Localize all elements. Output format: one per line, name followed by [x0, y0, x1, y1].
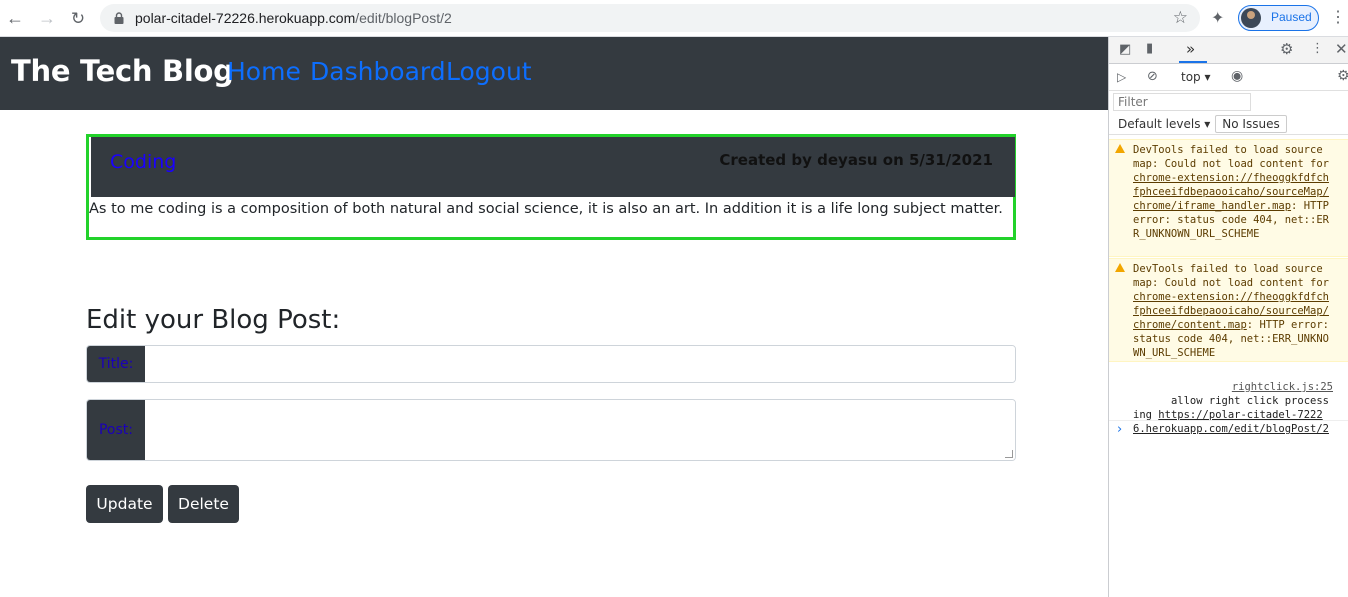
post-label: Post:: [87, 400, 145, 460]
profile-status: Paused: [1271, 10, 1312, 24]
reload-icon[interactable]: ↻: [68, 8, 88, 28]
post-card: Coding Created by deyasu on 5/31/2021 As…: [86, 134, 1016, 240]
devtools-panel: ◩ ▮ » ⚙ ⋮ ✕ ▷ ⊘ top ▾ ◉ ⚙ Filter Default…: [1108, 37, 1348, 597]
console-settings-gear-icon[interactable]: ⚙: [1337, 68, 1348, 84]
devtools-menu-icon[interactable]: ⋮: [1311, 41, 1324, 56]
console-warning-2: DevTools failed to load source map: Coul…: [1109, 258, 1348, 362]
extensions-puzzle-icon[interactable]: ✦: [1211, 8, 1224, 28]
inspect-element-icon[interactable]: ◩: [1119, 42, 1131, 57]
page-content: The Tech Blog Home Dashboard Logout Codi…: [0, 37, 1108, 597]
warning-icon: [1115, 263, 1125, 272]
log-url-link[interactable]: https://polar-citadel-72226.herokuapp.co…: [1133, 409, 1329, 435]
post-header: Coding Created by deyasu on 5/31/2021: [91, 137, 1015, 197]
delete-button[interactable]: Delete: [168, 485, 239, 523]
context-select[interactable]: top ▾: [1181, 70, 1211, 84]
log-source-link[interactable]: rightclick.js:25: [1232, 380, 1333, 394]
bookmark-star-icon[interactable]: ☆: [1173, 8, 1188, 28]
title-label: Title:: [87, 346, 145, 382]
close-devtools-icon[interactable]: ✕: [1335, 40, 1348, 58]
nav-link-home[interactable]: Home: [227, 57, 301, 86]
post-body: As to me coding is a composition of both…: [89, 201, 1003, 217]
warning-icon: [1115, 144, 1125, 153]
console-warning-1: DevTools failed to load source map: Coul…: [1109, 139, 1348, 257]
issues-button[interactable]: No Issues: [1215, 115, 1287, 133]
log-levels-dropdown[interactable]: Default levels ▾: [1118, 117, 1210, 131]
settings-gear-icon[interactable]: ⚙: [1280, 40, 1293, 58]
sidebar-toggle-icon[interactable]: ▷: [1117, 70, 1126, 84]
post-field: Post:: [86, 399, 1016, 461]
levels-row: Default levels ▾ No Issues: [1109, 114, 1348, 135]
clear-console-icon[interactable]: ⊘: [1147, 69, 1158, 84]
brand-title: The Tech Blog: [11, 54, 234, 88]
navbar: The Tech Blog Home Dashboard Logout: [0, 37, 1108, 110]
update-button[interactable]: Update: [86, 485, 163, 523]
device-toolbar-icon[interactable]: ▮: [1146, 41, 1153, 56]
console-log: rightclick.js:25 allow right click proce…: [1109, 363, 1348, 435]
console-toolbar: ▷ ⊘ top ▾ ◉ ⚙: [1109, 64, 1348, 91]
nav-link-dashboard[interactable]: Dashboard: [310, 57, 446, 86]
more-tabs-icon[interactable]: »: [1186, 40, 1195, 58]
console-prompt-chevron-icon[interactable]: ›: [1117, 422, 1122, 437]
title-input[interactable]: [145, 346, 1015, 382]
post-title[interactable]: Coding: [110, 151, 176, 173]
live-expression-eye-icon[interactable]: ◉: [1231, 68, 1243, 84]
url-text: polar-citadel-72226.herokuapp.com/edit/b…: [135, 10, 452, 26]
back-icon[interactable]: ←: [5, 8, 25, 28]
browser-toolbar: ← → ↻ polar-citadel-72226.herokuapp.com/…: [0, 0, 1348, 37]
address-bar[interactable]: polar-citadel-72226.herokuapp.com/edit/b…: [100, 4, 1200, 32]
active-tab-indicator: [1179, 61, 1207, 63]
console-filter-input[interactable]: Filter: [1113, 93, 1251, 111]
browser-menu-icon[interactable]: ⋮: [1330, 7, 1346, 27]
post-textarea[interactable]: [145, 400, 1015, 460]
edit-heading: Edit your Blog Post:: [86, 305, 341, 335]
lock-icon: [114, 12, 124, 24]
avatar: [1241, 8, 1261, 28]
title-field: Title:: [86, 345, 1016, 383]
resize-handle-icon[interactable]: [1005, 450, 1013, 458]
devtools-tabbar: ◩ ▮ » ⚙ ⋮ ✕: [1109, 37, 1348, 64]
nav-link-logout[interactable]: Logout: [446, 57, 532, 86]
post-meta: Created by deyasu on 5/31/2021: [719, 151, 993, 169]
profile-button[interactable]: Paused: [1238, 5, 1319, 31]
forward-icon[interactable]: →: [37, 8, 57, 28]
